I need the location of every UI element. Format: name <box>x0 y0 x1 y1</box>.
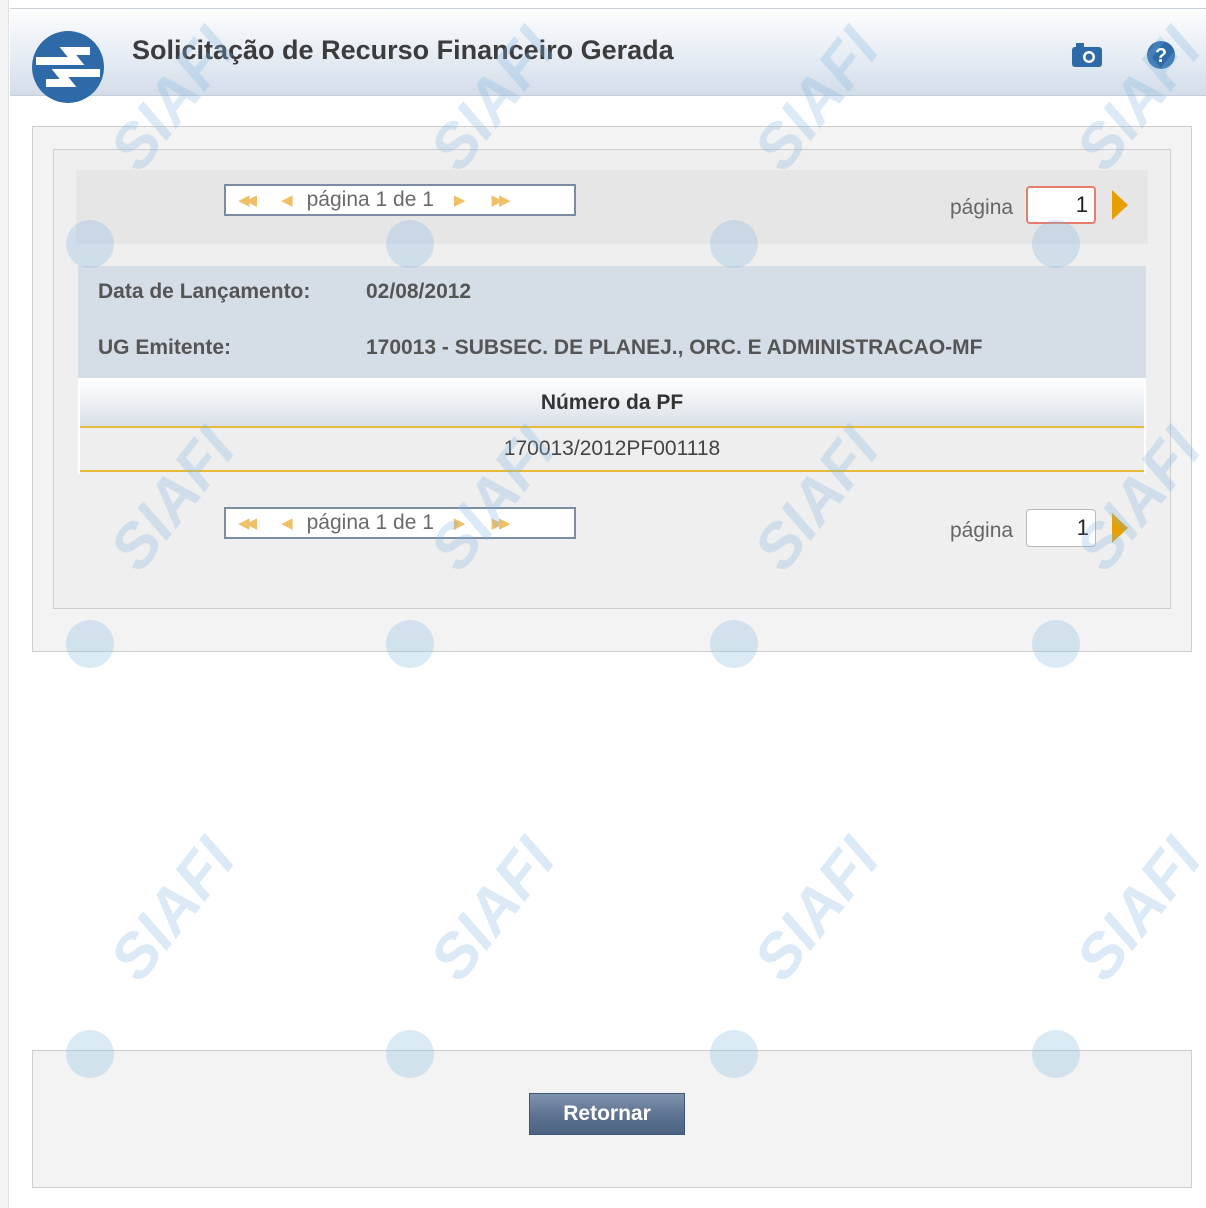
previous-page-icon[interactable]: ◀ <box>281 514 293 532</box>
previous-page-icon[interactable]: ◀ <box>281 191 293 209</box>
help-icon[interactable]: ? <box>1144 39 1178 71</box>
last-page-icon[interactable]: ▶▶ <box>491 514 510 532</box>
last-page-icon[interactable]: ▶▶ <box>491 191 510 209</box>
results-inner-panel: ◀◀ ◀ página 1 de 1 ▶ ▶▶ página Data de L… <box>53 149 1171 609</box>
return-button[interactable]: Retornar <box>529 1093 685 1135</box>
siafi-logo-icon <box>32 31 104 103</box>
svg-text:?: ? <box>1155 45 1167 67</box>
pager-status-text: página 1 de 1 <box>306 511 434 534</box>
details-box: Data de Lançamento: 02/08/2012 UG Emiten… <box>78 266 1146 378</box>
window-left-edge <box>0 0 9 1208</box>
ug-emitente-value: 170013 - SUBSEC. DE PLANEJ., ORC. E ADMI… <box>366 336 983 359</box>
pager-status-box: ◀◀ ◀ página 1 de 1 ▶ ▶▶ <box>224 507 576 539</box>
results-panel: ◀◀ ◀ página 1 de 1 ▶ ▶▶ página Data de L… <box>32 126 1192 652</box>
footer-panel: Retornar <box>32 1050 1192 1188</box>
first-page-icon[interactable]: ◀◀ <box>238 514 257 532</box>
pf-table: Número da PF 170013/2012PF001118 <box>78 378 1146 474</box>
page-title: Solicitação de Recurso Financeiro Gerada <box>132 35 674 65</box>
ug-emitente-label: UG Emitente: <box>98 336 232 359</box>
pager-status-text: página 1 de 1 <box>306 188 434 211</box>
page-number-input[interactable] <box>1026 509 1096 547</box>
data-lancamento-value: 02/08/2012 <box>366 280 472 303</box>
next-page-icon[interactable]: ▶ <box>454 514 466 532</box>
table-header-numero-pf: Número da PF <box>80 378 1144 428</box>
go-page-arrow-icon[interactable] <box>1112 190 1128 220</box>
page-input-label: página <box>950 519 1014 542</box>
pager-top: ◀◀ ◀ página 1 de 1 ▶ ▶▶ página <box>76 170 1148 244</box>
pager-bottom: ◀◀ ◀ página 1 de 1 ▶ ▶▶ página <box>76 493 1148 567</box>
first-page-icon[interactable]: ◀◀ <box>238 191 257 209</box>
camera-icon[interactable] <box>1070 39 1104 71</box>
pager-status-box: ◀◀ ◀ página 1 de 1 ▶ ▶▶ <box>224 184 576 216</box>
table-row: 170013/2012PF001118 <box>80 428 1144 472</box>
next-page-icon[interactable]: ▶ <box>454 191 466 209</box>
page-header: Solicitação de Recurso Financeiro Gerada… <box>10 8 1206 103</box>
page-input-label: página <box>950 196 1014 219</box>
data-lancamento-label: Data de Lançamento: <box>98 280 311 303</box>
page-number-input[interactable] <box>1026 186 1096 224</box>
go-page-arrow-icon[interactable] <box>1112 513 1128 543</box>
